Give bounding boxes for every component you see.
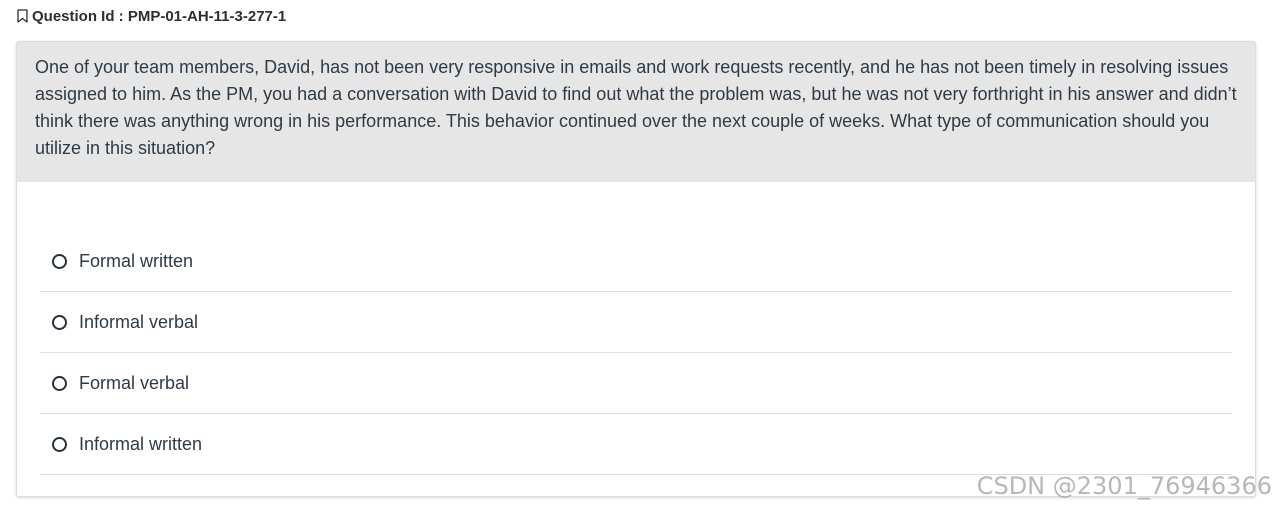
question-card: One of your team members, David, has not… — [16, 41, 1256, 497]
question-id-header: Question Id : PMP-01-AH-11-3-277-1 — [17, 7, 286, 25]
option-formal-written[interactable]: Formal written — [40, 232, 1232, 292]
radio-icon[interactable] — [52, 254, 67, 269]
question-text: One of your team members, David, has not… — [17, 42, 1255, 182]
option-formal-verbal[interactable]: Formal verbal — [40, 353, 1232, 414]
watermark: CSDN @2301_76946366 — [976, 472, 1272, 500]
option-informal-written[interactable]: Informal written — [40, 414, 1232, 475]
question-id-label: Question Id : PMP-01-AH-11-3-277-1 — [32, 7, 287, 25]
bookmark-icon[interactable] — [17, 9, 28, 23]
radio-icon[interactable] — [52, 375, 67, 391]
radio-icon[interactable] — [52, 436, 67, 452]
answer-options: Formal written Informal verbal Formal ve… — [40, 232, 1232, 475]
option-label: Informal written — [79, 433, 203, 454]
option-label: Informal verbal — [79, 311, 199, 332]
radio-icon[interactable] — [52, 314, 67, 330]
option-label: Formal verbal — [79, 372, 190, 393]
option-label: Formal written — [79, 251, 194, 271]
option-informal-verbal[interactable]: Informal verbal — [40, 292, 1232, 353]
